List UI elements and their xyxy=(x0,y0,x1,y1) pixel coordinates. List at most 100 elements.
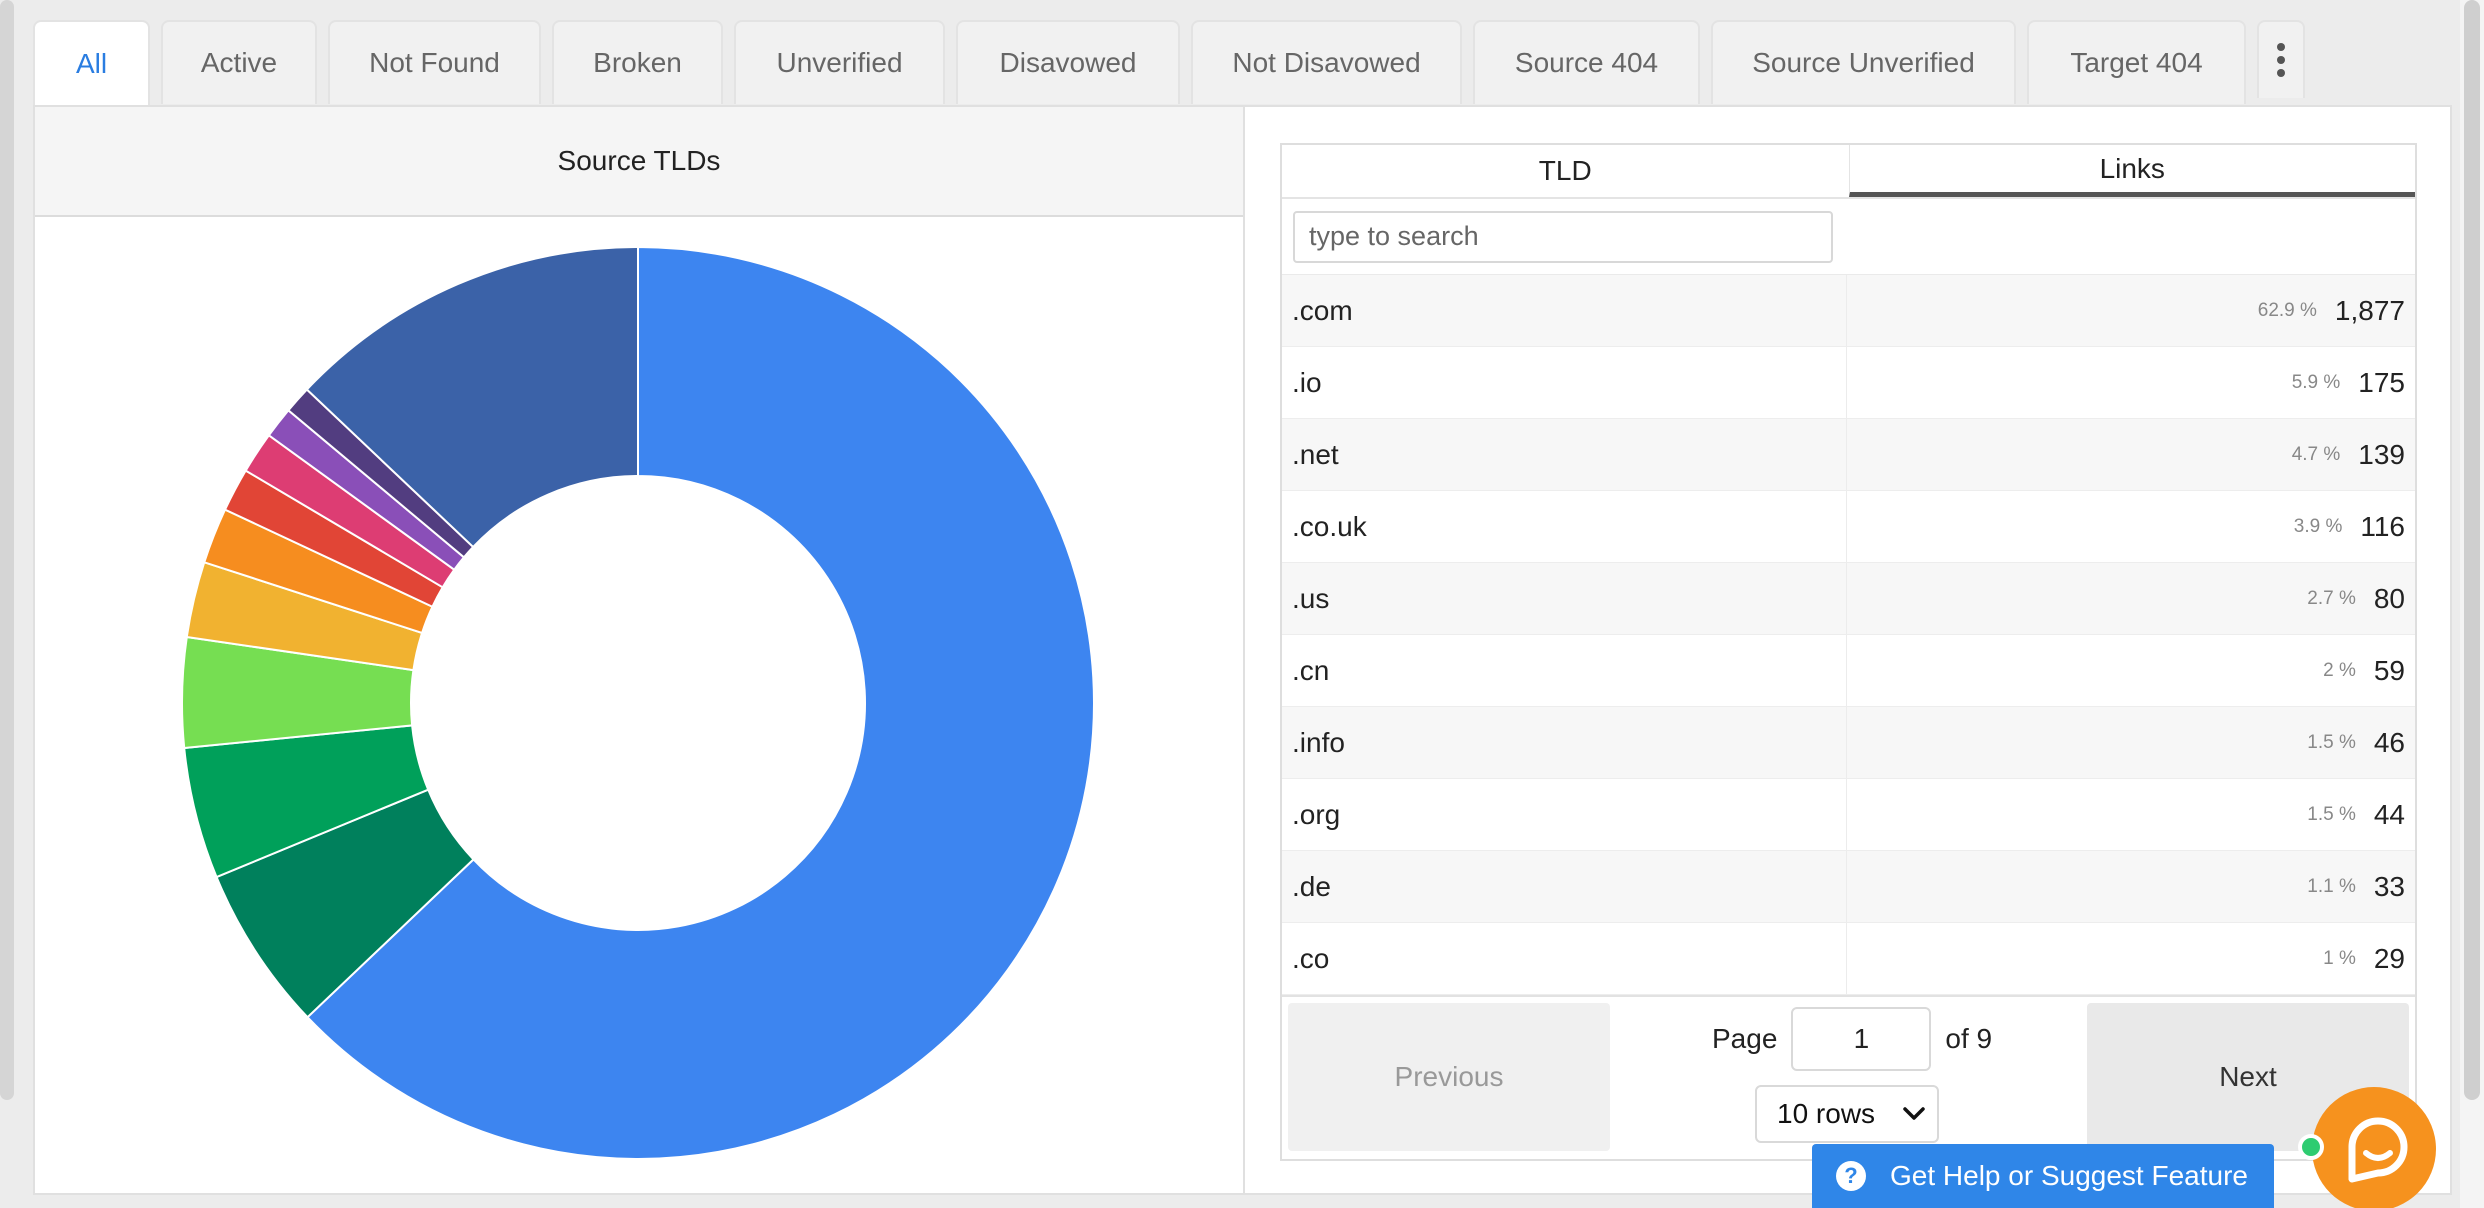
link-count: 44 xyxy=(2373,798,2405,830)
table-row: .net 4.7 % 139 xyxy=(1282,419,2415,491)
tab-not-found[interactable]: Not Found xyxy=(328,20,541,104)
tld-search-input[interactable] xyxy=(1293,210,1833,263)
app-window: All Active Not Found Broken Unverified D… xyxy=(0,0,2484,1208)
filter-row xyxy=(1282,199,2415,275)
tld-cell: .org xyxy=(1282,779,1847,850)
more-vertical-icon xyxy=(2277,43,2285,51)
chart-panel: Source TLDs xyxy=(33,105,1245,1195)
link-percentage: 2 % xyxy=(2323,659,2356,681)
table-panel: TLD Links .com 62.9 % 1,877 .io 5.9 % 175 .net… xyxy=(1245,105,2452,1195)
link-count: 59 xyxy=(2373,654,2405,686)
link-percentage: 2.7 % xyxy=(2307,587,2356,609)
tab-label: Disavowed xyxy=(999,47,1137,78)
links-cell: 62.9 % 1,877 xyxy=(1847,275,2415,346)
tab-active[interactable]: Active xyxy=(161,20,317,104)
tld-value: .com xyxy=(1292,294,1353,326)
links-cell: 1.5 % 46 xyxy=(1847,707,2415,778)
help-label: Get Help or Suggest Feature xyxy=(1890,1160,2248,1191)
link-percentage: 4.7 % xyxy=(2291,443,2341,465)
tld-value: .info xyxy=(1292,726,1345,758)
tab-source-unverified[interactable]: Source Unverified xyxy=(1711,20,2016,104)
link-count: 80 xyxy=(2373,582,2405,614)
link-count: 46 xyxy=(2373,726,2405,758)
tab-label: Broken xyxy=(593,47,682,78)
table-row: .com 62.9 % 1,877 xyxy=(1282,275,2415,347)
tld-cell: .cn xyxy=(1282,635,1847,706)
table-row: .us 2.7 % 80 xyxy=(1282,563,2415,635)
table-row: .cn 2 % 59 xyxy=(1282,635,2415,707)
link-percentage: 1.1 % xyxy=(2307,875,2356,897)
link-percentage: 1 % xyxy=(2323,947,2356,969)
tld-cell: .com xyxy=(1282,275,1847,346)
tab-all[interactable]: All xyxy=(33,20,150,106)
links-cell: 2 % 59 xyxy=(1847,635,2415,706)
rows-per-page-select[interactable]: 10 rows xyxy=(1755,1085,1939,1143)
pagination: Previous Page of 9 10 rows Next xyxy=(1282,995,2415,1159)
chat-icon xyxy=(2348,1117,2408,1183)
links-cell: 1.5 % 44 xyxy=(1847,779,2415,850)
table-row: .info 1.5 % 46 xyxy=(1282,707,2415,779)
links-cell: 5.9 % 175 xyxy=(1847,347,2415,418)
tld-cell: .net xyxy=(1282,419,1847,490)
link-count: 1,877 xyxy=(2334,294,2405,326)
link-count: 29 xyxy=(2373,942,2405,974)
filter-tabs: All Active Not Found Broken Unverified D… xyxy=(33,20,2305,106)
tld-value: .org xyxy=(1292,798,1341,830)
online-status-dot xyxy=(2298,1134,2324,1160)
column-header-label: TLD xyxy=(1538,155,1592,186)
tld-value: .io xyxy=(1292,366,1322,398)
link-percentage: 62.9 % xyxy=(2257,299,2317,321)
tab-source-404[interactable]: Source 404 xyxy=(1473,20,1700,104)
tld-value: .co.uk xyxy=(1292,510,1367,542)
table-row: .io 5.9 % 175 xyxy=(1282,347,2415,419)
link-count: 116 xyxy=(2360,510,2405,542)
tld-cell: .co.uk xyxy=(1282,491,1847,562)
column-header-links[interactable]: Links xyxy=(1848,145,2415,197)
help-feedback-button[interactable]: ? Get Help or Suggest Feature xyxy=(1812,1144,2274,1208)
links-cell: 3.9 % 116 xyxy=(1847,491,2415,562)
tab-unverified[interactable]: Unverified xyxy=(734,20,945,104)
tab-label: Source 404 xyxy=(1514,47,1659,78)
chat-widget-button[interactable] xyxy=(2312,1087,2436,1208)
tab-target-404[interactable]: Target 404 xyxy=(2027,20,2246,104)
tab-label: Active xyxy=(200,47,278,78)
column-header-tld[interactable]: TLD xyxy=(1282,145,1849,197)
page-number-input[interactable] xyxy=(1791,1007,1932,1071)
tab-disavowed[interactable]: Disavowed xyxy=(956,20,1180,104)
page-total: of 9 xyxy=(1945,1023,1993,1054)
page-scrollbar-thumb[interactable] xyxy=(2464,0,2480,1100)
tld-table: TLD Links .com 62.9 % 1,877 .io 5.9 % 175 .net… xyxy=(1280,143,2417,1161)
tab-label: Not Disavowed xyxy=(1232,47,1421,78)
chevron-down-icon xyxy=(1903,1107,1925,1120)
tld-cell: .info xyxy=(1282,707,1847,778)
tld-cell: .us xyxy=(1282,563,1847,634)
more-vertical-icon xyxy=(2277,56,2285,64)
link-percentage: 1.5 % xyxy=(2307,803,2356,825)
links-cell: 1 % 29 xyxy=(1847,923,2415,994)
table-row: .de 1.1 % 33 xyxy=(1282,851,2415,923)
tab-not-disavowed[interactable]: Not Disavowed xyxy=(1191,20,1462,104)
link-count: 33 xyxy=(2373,870,2405,902)
links-cell: 1.1 % 33 xyxy=(1847,851,2415,922)
tab-label: Source Unverified xyxy=(1752,47,1975,78)
page-label: Page xyxy=(1712,1023,1778,1054)
tld-value: .us xyxy=(1292,582,1330,614)
link-percentage: 3.9 % xyxy=(2293,515,2343,537)
rows-per-page-value: 10 rows xyxy=(1777,1098,1876,1129)
table-row: .co.uk 3.9 % 116 xyxy=(1282,491,2415,563)
link-count: 139 xyxy=(2358,438,2405,470)
links-cell: 4.7 % 139 xyxy=(1847,419,2415,490)
link-count: 175 xyxy=(2358,366,2405,398)
tab-label: Unverified xyxy=(776,47,903,78)
tab-broken[interactable]: Broken xyxy=(552,20,723,104)
tld-cell: .de xyxy=(1282,851,1847,922)
left-scrollbar[interactable] xyxy=(0,0,14,1100)
table-row: .co 1 % 29 xyxy=(1282,923,2415,995)
column-header-label: Links xyxy=(2099,152,2165,184)
previous-button[interactable]: Previous xyxy=(1288,1003,1610,1151)
more-tabs-button[interactable] xyxy=(2257,20,2305,98)
link-percentage: 5.9 % xyxy=(2291,371,2341,393)
link-percentage: 1.5 % xyxy=(2307,731,2356,753)
tld-cell: .co xyxy=(1282,923,1847,994)
page-info: Page of 9 xyxy=(1712,1007,1992,1071)
